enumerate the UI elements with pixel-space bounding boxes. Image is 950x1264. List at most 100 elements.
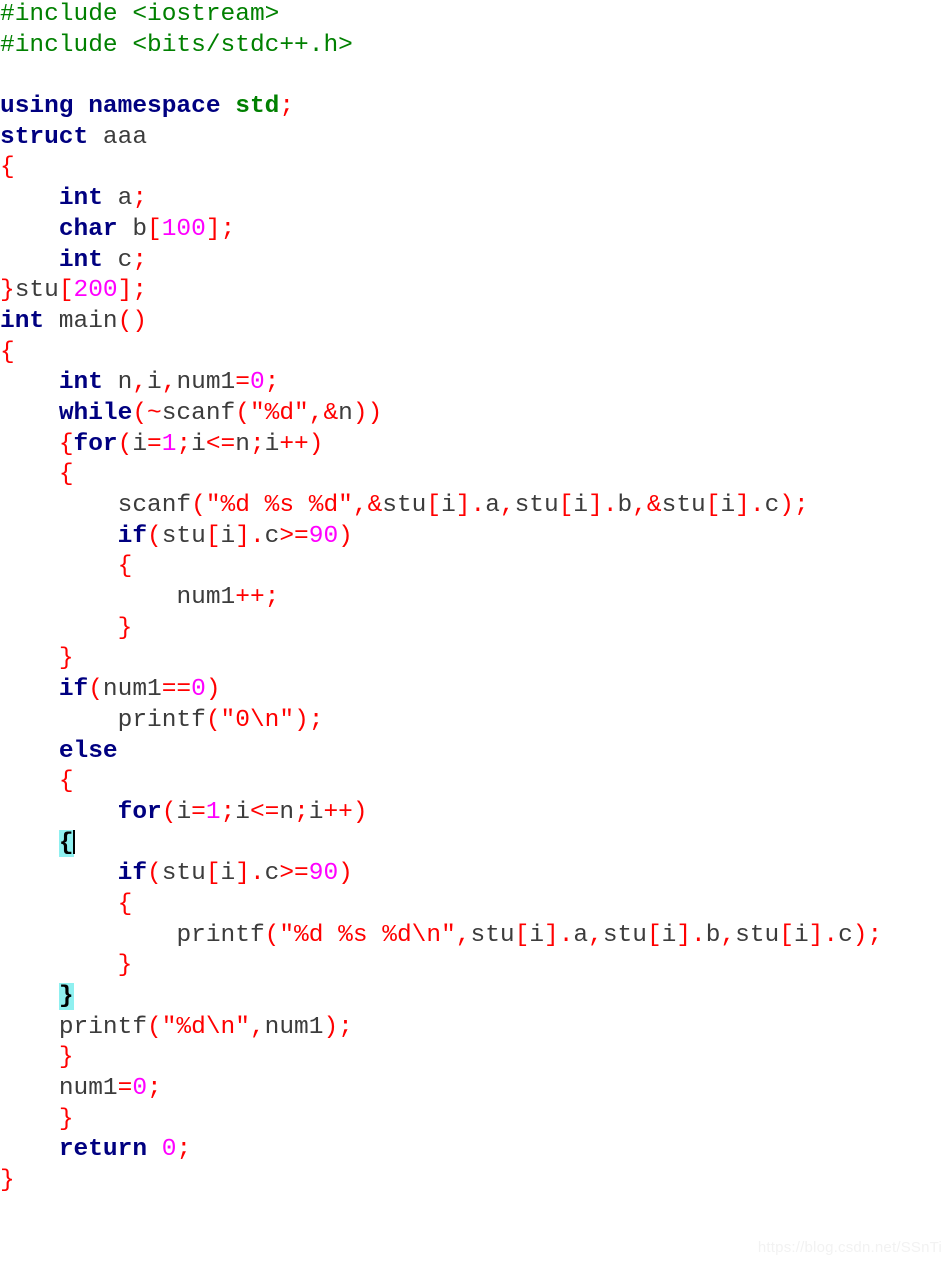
code-token: else bbox=[58, 737, 118, 765]
code-token: "%d" bbox=[249, 399, 309, 427]
code-line[interactable]: { bbox=[0, 338, 950, 369]
code-token: i bbox=[264, 430, 280, 458]
code-token: stu bbox=[514, 492, 559, 519]
code-line[interactable]: { bbox=[0, 552, 950, 583]
code-line[interactable]: return 0; bbox=[0, 1135, 950, 1166]
code-line[interactable]: else bbox=[0, 737, 950, 768]
code-line[interactable]: { bbox=[0, 767, 950, 798]
code-line[interactable]: if(stu[i].c>=90) bbox=[0, 859, 950, 890]
code-token: 1 bbox=[205, 798, 221, 826]
code-token: () bbox=[117, 307, 148, 335]
code-token: } bbox=[0, 1167, 15, 1195]
code-token: { bbox=[0, 154, 15, 182]
code-token: ]. bbox=[808, 921, 839, 949]
code-line[interactable]: } bbox=[0, 1043, 950, 1074]
code-line[interactable]: if(stu[i].c>=90) bbox=[0, 522, 950, 553]
code-token: n bbox=[102, 369, 133, 397]
code-token: ]. bbox=[588, 492, 618, 519]
code-token: stu bbox=[161, 860, 206, 888]
code-line[interactable]: scanf("%d %s %d",&stu[i].a,stu[i].b,&stu… bbox=[0, 491, 950, 522]
code-token: } bbox=[58, 645, 74, 673]
code-token: i bbox=[720, 492, 736, 519]
code-token: , bbox=[720, 921, 736, 949]
code-token: c bbox=[102, 246, 133, 274]
code-line[interactable]: while(~scanf("%d",&n)) bbox=[0, 399, 950, 430]
code-token: if bbox=[117, 522, 148, 550]
code-token: ; bbox=[249, 430, 265, 458]
code-token: == bbox=[161, 676, 192, 704]
code-token: ; bbox=[176, 1136, 192, 1164]
code-token: 0 bbox=[249, 369, 265, 397]
code-token: , bbox=[161, 369, 177, 397]
code-line[interactable]: }stu[200]; bbox=[0, 276, 950, 307]
code-line[interactable]: for(i=1;i<=n;i++) bbox=[0, 798, 950, 829]
code-token: { bbox=[58, 430, 74, 458]
code-token: [ bbox=[779, 921, 794, 949]
code-token: while bbox=[58, 399, 133, 427]
source-code-block[interactable]: #include <iostream> #include <bits/stdc++… bbox=[0, 0, 950, 1197]
code-line[interactable]: { bbox=[0, 153, 950, 184]
code-line[interactable]: } bbox=[0, 644, 950, 675]
code-line[interactable] bbox=[0, 61, 950, 92]
code-line[interactable]: num1++; bbox=[0, 583, 950, 614]
code-line[interactable]: int main() bbox=[0, 307, 950, 338]
code-token: for bbox=[117, 798, 162, 826]
code-editor-surface[interactable]: #include <iostream> #include <bits/stdc++… bbox=[0, 0, 950, 1264]
code-token: ]. bbox=[455, 492, 486, 519]
code-line[interactable]: } bbox=[0, 614, 950, 645]
code-line[interactable]: printf("%d\n",num1); bbox=[0, 1013, 950, 1044]
code-line[interactable]: int n,i,num1=0; bbox=[0, 368, 950, 399]
code-line[interactable]: int a; bbox=[0, 184, 950, 215]
code-token: ]. bbox=[544, 921, 574, 949]
code-line[interactable]: {for(i=1;i<=n;i++) bbox=[0, 430, 950, 461]
code-line[interactable]: { bbox=[0, 829, 950, 860]
code-line[interactable]: { bbox=[0, 890, 950, 921]
code-token: [ bbox=[205, 522, 221, 550]
code-token: ) bbox=[338, 860, 353, 888]
code-line[interactable]: { bbox=[0, 460, 950, 491]
code-token: ( bbox=[205, 706, 221, 734]
code-line[interactable]: } bbox=[0, 1166, 950, 1197]
code-token: i bbox=[147, 369, 162, 397]
code-line[interactable]: printf("0\n"); bbox=[0, 706, 950, 737]
code-line[interactable]: char b[100]; bbox=[0, 215, 950, 246]
code-line[interactable]: #include <iostream> bbox=[0, 0, 950, 31]
code-token: main bbox=[44, 307, 118, 335]
code-line[interactable]: using namespace std; bbox=[0, 92, 950, 123]
code-line[interactable]: struct aaa bbox=[0, 123, 950, 154]
code-token: if bbox=[117, 860, 148, 888]
code-line[interactable]: } bbox=[0, 982, 950, 1013]
code-token: aaa bbox=[88, 123, 148, 151]
code-token: i bbox=[793, 921, 809, 949]
code-token: i bbox=[220, 860, 236, 888]
code-line[interactable]: int c; bbox=[0, 246, 950, 277]
code-line[interactable]: if(num1==0) bbox=[0, 675, 950, 706]
code-line[interactable]: } bbox=[0, 1105, 950, 1136]
code-token: for bbox=[73, 430, 118, 458]
code-line[interactable]: num1=0; bbox=[0, 1074, 950, 1105]
code-token: ; bbox=[294, 798, 309, 826]
text-cursor bbox=[72, 829, 75, 854]
code-token: , bbox=[499, 492, 515, 519]
code-line[interactable]: #include <bits/stdc++.h> bbox=[0, 31, 950, 62]
code-token: } bbox=[58, 983, 74, 1010]
code-token: "%d %s %d\n" bbox=[279, 921, 456, 949]
code-token: n bbox=[235, 430, 250, 458]
code-token: int bbox=[58, 369, 103, 397]
code-token: num1 bbox=[264, 1013, 324, 1041]
code-token: i bbox=[308, 798, 324, 826]
code-token: ]. bbox=[676, 921, 706, 949]
code-token: ++) bbox=[323, 798, 368, 826]
code-line[interactable]: } bbox=[0, 951, 950, 982]
code-token: = bbox=[235, 369, 250, 397]
code-line[interactable]: printf("%d %s %d\n",stu[i].a,stu[i].b,st… bbox=[0, 921, 950, 952]
code-token: b bbox=[705, 921, 721, 949]
code-token: ); bbox=[779, 492, 809, 519]
